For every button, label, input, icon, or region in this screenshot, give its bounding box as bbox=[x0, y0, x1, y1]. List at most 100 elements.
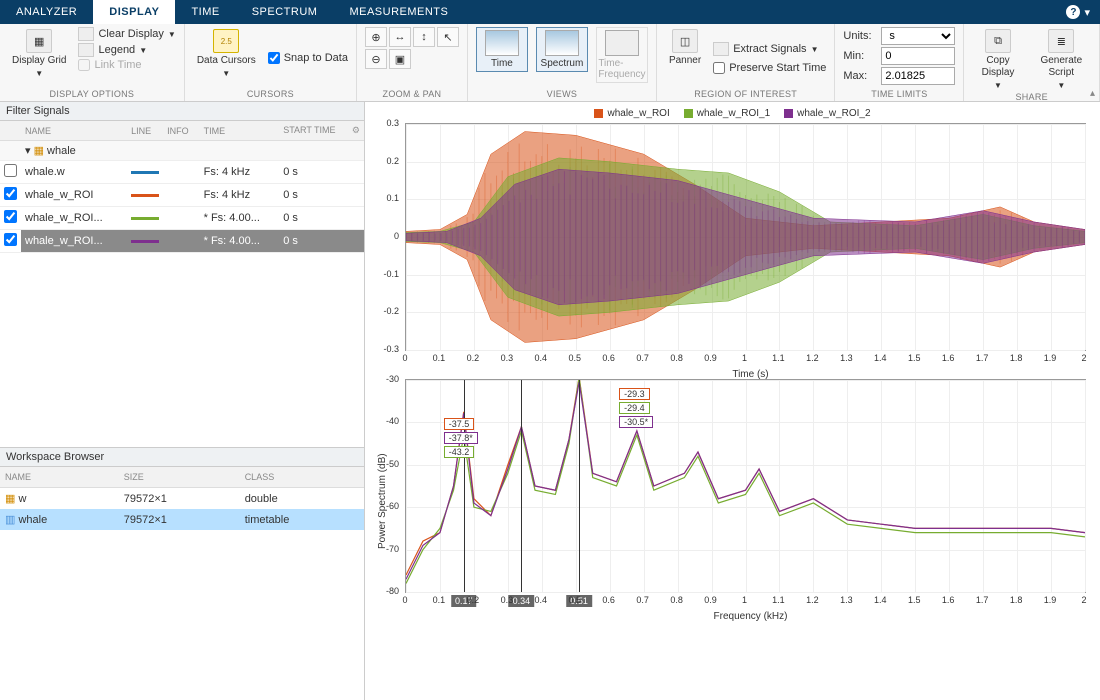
time-freq-view-icon bbox=[605, 30, 639, 56]
signal-time: * Fs: 4.00... bbox=[200, 207, 280, 230]
preserve-start-time-checkbox[interactable]: Preserve Start Time bbox=[713, 62, 826, 74]
help-dropdown[interactable]: ? ▾ bbox=[1056, 0, 1100, 24]
signal-checkbox[interactable] bbox=[4, 164, 17, 177]
table-row[interactable]: whale_w_ROI... * Fs: 4.00...0 s bbox=[0, 207, 364, 230]
clear-icon bbox=[78, 27, 94, 41]
spectrum-chart[interactable]: 0.170.340.51-37.5-37.8*-43.2-29.3-29.4-3… bbox=[405, 379, 1086, 593]
view-time-label: Time bbox=[491, 58, 513, 69]
signal-name: whale_w_ROI... bbox=[21, 230, 127, 253]
ws-name: w bbox=[18, 493, 26, 505]
tab-measurements[interactable]: MEASUREMENTS bbox=[333, 0, 464, 24]
ribbon-group-label: DISPLAY OPTIONS bbox=[8, 89, 176, 101]
table-row[interactable]: whale_w_ROI...* Fs: 4.00...0 s bbox=[0, 230, 364, 253]
link-time-label: Link Time bbox=[94, 59, 141, 71]
col-info[interactable]: INFO bbox=[163, 121, 200, 141]
max-label: Max: bbox=[843, 70, 877, 82]
legend-icon bbox=[78, 43, 94, 57]
units-select[interactable]: s bbox=[881, 27, 955, 45]
legend-button[interactable]: Legend ▼ bbox=[78, 43, 175, 57]
fit-icon: ▣ bbox=[395, 53, 405, 66]
signal-start: 0 s bbox=[279, 230, 364, 253]
view-time-button[interactable]: Time bbox=[476, 27, 528, 72]
fit-button[interactable]: ▣ bbox=[389, 49, 411, 69]
table-row[interactable]: whale_w_ROIFs: 4 kHz0 s bbox=[0, 184, 364, 207]
ribbon: ▦ Display Grid ▼ Clear Display▼ Legend▼ … bbox=[0, 24, 1100, 102]
chevron-down-icon: ▼ bbox=[139, 46, 147, 55]
clear-display-button[interactable]: Clear Display▼ bbox=[78, 27, 175, 41]
max-input[interactable] bbox=[881, 67, 955, 85]
table-row[interactable]: ▥ whale79572×1timetable bbox=[0, 509, 364, 530]
table-row[interactable]: whale.wFs: 4 kHz0 s bbox=[0, 161, 364, 184]
legend-swatch bbox=[784, 109, 793, 118]
tab-display[interactable]: DISPLAY bbox=[93, 0, 175, 24]
time-view-icon bbox=[485, 30, 519, 56]
panner-button[interactable]: ◫Panner bbox=[665, 27, 705, 69]
signal-name: whale.w bbox=[21, 161, 127, 184]
zoom-y-button[interactable]: ↕ bbox=[413, 27, 435, 47]
signal-start: 0 s bbox=[279, 207, 364, 230]
chart-panel: whale_w_ROI whale_w_ROI_1 whale_w_ROI_2 … bbox=[365, 102, 1100, 700]
preserve-label: Preserve Start Time bbox=[729, 62, 826, 74]
data-cursors-button[interactable]: 2.5 Data Cursors ▼ bbox=[193, 27, 260, 80]
min-input[interactable] bbox=[881, 47, 955, 65]
pan-button[interactable]: ↖ bbox=[437, 27, 459, 47]
zoom-in-button[interactable]: ⊕ bbox=[365, 27, 387, 47]
variable-icon: ▦ bbox=[5, 493, 15, 505]
zoom-out-button[interactable]: ⊖ bbox=[365, 49, 387, 69]
ws-col-size[interactable]: SIZE bbox=[119, 467, 240, 488]
tab-time[interactable]: TIME bbox=[175, 0, 235, 24]
ribbon-group-label: REGION OF INTEREST bbox=[665, 89, 826, 101]
signal-checkbox[interactable] bbox=[4, 210, 17, 223]
ribbon-group-label: CURSORS bbox=[193, 89, 348, 101]
zoom-out-icon: ⊖ bbox=[371, 53, 380, 66]
data-cursor-icon: 2.5 bbox=[213, 29, 239, 53]
snap-to-data-checkbox[interactable]: Snap to Data bbox=[268, 52, 348, 64]
spectrum-chart-xlabel: Frequency (kHz) bbox=[405, 611, 1096, 622]
workspace-panel: Workspace Browser NAMESIZECLASS ▦ w79572… bbox=[0, 447, 364, 700]
timetable-icon: ▥ bbox=[5, 514, 15, 526]
ribbon-group-share: ⧉Copy Display▼ ≣Generate Script▼ SHARE ▴ bbox=[964, 24, 1100, 101]
table-row[interactable]: ▦ w79572×1double bbox=[0, 488, 364, 510]
script-icon: ≣ bbox=[1048, 29, 1074, 53]
col-name[interactable]: NAME bbox=[21, 121, 127, 141]
signal-name: whale_w_ROI... bbox=[21, 207, 127, 230]
gear-icon[interactable]: ⚙ bbox=[352, 125, 360, 136]
min-label: Min: bbox=[843, 50, 877, 62]
tab-spectrum[interactable]: SPECTRUM bbox=[236, 0, 334, 24]
ribbon-group-cursors: 2.5 Data Cursors ▼ Snap to Data CURSORS bbox=[185, 24, 357, 101]
copy-display-button[interactable]: ⧉Copy Display▼ bbox=[972, 27, 1023, 92]
tab-analyzer[interactable]: ANALYZER bbox=[0, 0, 93, 24]
view-spectrum-button[interactable]: Spectrum bbox=[536, 27, 588, 72]
ribbon-group-time-limits: Units:s Min: Max: TIME LIMITS bbox=[835, 24, 964, 101]
zoom-in-icon: ⊕ bbox=[371, 31, 380, 44]
ribbon-group-display-options: ▦ Display Grid ▼ Clear Display▼ Legend▼ … bbox=[0, 24, 185, 101]
signal-checkbox[interactable] bbox=[4, 187, 17, 200]
group-name: whale bbox=[47, 145, 76, 157]
zoom-y-icon: ↕ bbox=[421, 31, 427, 43]
col-start[interactable]: START TIME⚙ bbox=[279, 121, 364, 141]
gen-label: Generate Script bbox=[1036, 55, 1087, 79]
ribbon-group-label: VIEWS bbox=[476, 89, 648, 101]
units-label: Units: bbox=[843, 30, 877, 42]
zoom-x-button[interactable]: ↔ bbox=[389, 27, 411, 47]
ws-col-name[interactable]: NAME bbox=[0, 467, 119, 488]
extract-signals-button[interactable]: Extract Signals▼ bbox=[713, 42, 826, 56]
display-grid-button[interactable]: ▦ Display Grid ▼ bbox=[8, 27, 70, 80]
legend-label: Legend bbox=[98, 44, 135, 56]
view-time-frequency-button: Time-Frequency bbox=[596, 27, 648, 83]
col-time[interactable]: TIME bbox=[200, 121, 280, 141]
ribbon-collapse-button[interactable]: ▴ bbox=[1090, 88, 1095, 99]
signal-time: Fs: 4 kHz bbox=[200, 184, 280, 207]
col-line[interactable]: LINE bbox=[127, 121, 163, 141]
signal-group-row[interactable]: ▾ ▦ whale bbox=[0, 141, 364, 161]
spectrum-chart-x-axis: 00.10.20.30.40.50.60.70.80.911.11.21.31.… bbox=[405, 595, 1086, 611]
time-chart[interactable] bbox=[405, 123, 1086, 351]
signal-start: 0 s bbox=[279, 184, 364, 207]
chart-legend: whale_w_ROI whale_w_ROI_1 whale_w_ROI_2 bbox=[369, 108, 1096, 119]
ws-col-class[interactable]: CLASS bbox=[240, 467, 364, 488]
chevron-down-icon: ▼ bbox=[168, 30, 176, 39]
generate-script-button[interactable]: ≣Generate Script▼ bbox=[1032, 27, 1091, 92]
chevron-down-icon: ▼ bbox=[222, 69, 230, 78]
link-time-checkbox: Link Time bbox=[78, 59, 175, 71]
signal-checkbox[interactable] bbox=[4, 233, 17, 246]
